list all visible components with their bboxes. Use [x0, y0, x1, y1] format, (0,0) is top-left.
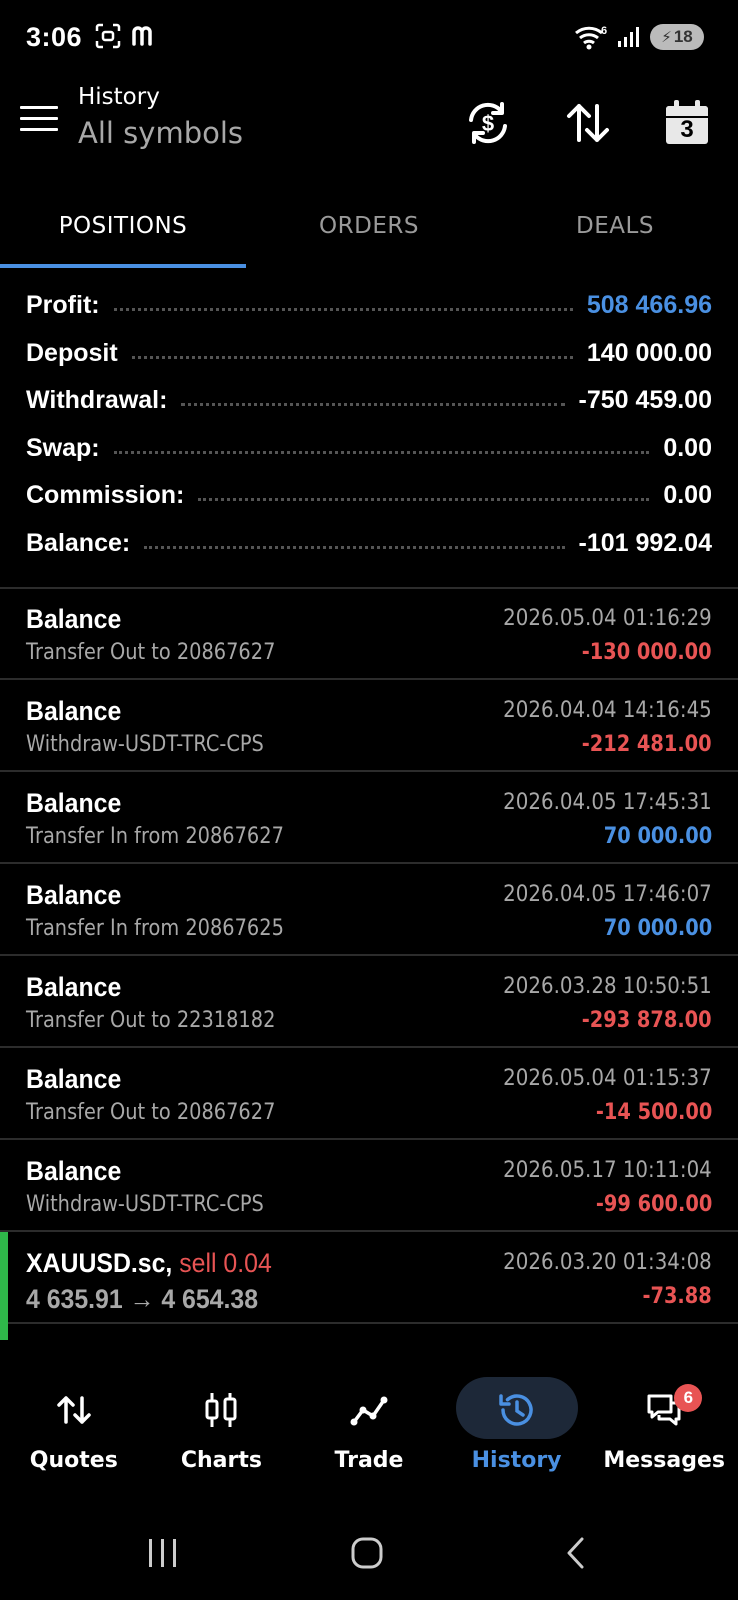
summary-balance: Balance: -101 992.04 [26, 528, 712, 557]
deal-list: Balance Transfer Out to 20867627 2026.05… [0, 588, 738, 1340]
home-icon[interactable] [350, 1536, 384, 1570]
tab-orders[interactable]: ORDERS [246, 184, 492, 268]
status-time: 3:06 [26, 22, 83, 52]
trade-icon [350, 1396, 388, 1426]
trade-row[interactable]: XAUUSD.sc, sell 0.04 4 635.91 → 4 654.38… [0, 1232, 738, 1340]
app-bar: History All symbols $ 3 [0, 80, 738, 180]
app-notification-icon [132, 26, 152, 46]
calendar-button[interactable]: 3 [662, 98, 712, 148]
history-icon [498, 1394, 533, 1426]
trade-side: sell 0.04 [179, 1248, 272, 1278]
list-item[interactable]: Balance Transfer Out to 20867627 2026.05… [0, 588, 738, 680]
summary-deposit: Deposit 140 000.00 [26, 338, 712, 367]
trade-prices: 4 635.91 → 4 654.38 [26, 1284, 259, 1314]
svg-text:$: $ [482, 111, 494, 136]
bottom-navigation: Quotes Charts Trade History 6 Messages [0, 1370, 738, 1490]
signal-icon [618, 27, 639, 47]
nav-charts[interactable]: Charts [148, 1370, 296, 1490]
charging-icon: ⚡ [661, 29, 672, 46]
nav-trade[interactable]: Trade [295, 1370, 443, 1490]
tab-positions[interactable]: POSITIONS [0, 184, 246, 268]
list-item[interactable]: Balance Transfer Out to 22318182 2026.03… [0, 956, 738, 1048]
summary-swap: Swap: 0.00 [26, 433, 712, 462]
trade-symbol: XAUUSD.sc, [26, 1248, 173, 1278]
back-icon[interactable] [560, 1536, 594, 1570]
currency-exchange-icon[interactable]: $ [463, 98, 513, 148]
summary-profit: Profit: 508 466.96 [26, 291, 712, 320]
menu-button[interactable] [20, 106, 58, 136]
withdrawal-value: -750 459.00 [578, 386, 712, 415]
nav-messages[interactable]: 6 Messages [590, 1370, 738, 1490]
wifi-icon: 6 [575, 25, 607, 50]
list-item[interactable]: Balance Transfer Out to 20867627 2026.05… [0, 1048, 738, 1140]
trade-time: 2026.03.20 01:34:08 [503, 1250, 712, 1275]
page-title: History [78, 84, 160, 110]
quotes-icon [57, 1396, 91, 1424]
sort-icon[interactable] [563, 98, 613, 148]
trade-profit: -73.88 [642, 1284, 712, 1309]
profit-value: 508 466.96 [586, 291, 712, 320]
list-item[interactable]: Balance Transfer In from 20867627 2026.0… [0, 772, 738, 864]
summary-panel: Profit: 508 466.96 Deposit 140 000.00 Wi… [26, 282, 712, 567]
symbol-filter[interactable]: All symbols [78, 116, 243, 150]
list-item[interactable]: Balance Withdraw-USDT-TRC-CPS 2026.05.17… [0, 1140, 738, 1232]
summary-withdrawal: Withdrawal: -750 459.00 [26, 386, 712, 415]
summary-commission: Commission: 0.00 [26, 481, 712, 510]
nav-history[interactable]: History [443, 1370, 591, 1490]
battery-indicator: ⚡ 18 [650, 24, 704, 50]
list-item[interactable]: Balance Transfer In from 20867625 2026.0… [0, 864, 738, 956]
recent-apps-icon[interactable] [146, 1536, 180, 1570]
system-navigation-bar [0, 1520, 738, 1590]
menu-icon [20, 106, 58, 109]
messages-badge: 6 [674, 1384, 703, 1412]
swap-value: 0.00 [663, 433, 712, 462]
status-bar: 3:06 6 ⚡ 18 [0, 0, 738, 76]
calendar-day: 3 [680, 116, 694, 143]
history-tabs: POSITIONS ORDERS DEALS [0, 184, 738, 268]
deposit-value: 140 000.00 [586, 338, 712, 367]
balance-value: -101 992.04 [578, 528, 712, 557]
screenshot-icon [95, 23, 121, 49]
nav-quotes[interactable]: Quotes [0, 1370, 148, 1490]
svg-text:6: 6 [601, 25, 607, 37]
tab-deals[interactable]: DEALS [492, 184, 738, 268]
commission-value: 0.00 [663, 481, 712, 510]
trade-side-indicator [0, 1232, 8, 1340]
list-item[interactable]: Balance Withdraw-USDT-TRC-CPS 2026.04.04… [0, 680, 738, 772]
charts-icon [205, 1393, 237, 1427]
